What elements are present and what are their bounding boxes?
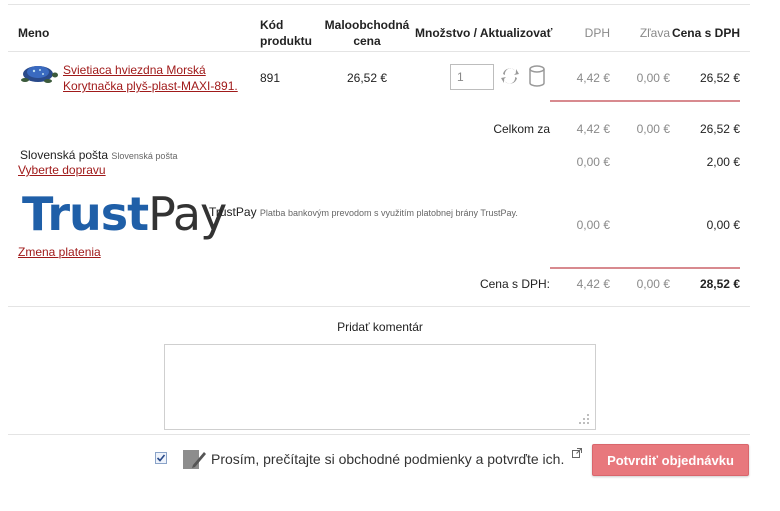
confirm-order-button[interactable]: Potvrdiť objednávku [592,444,749,476]
grand-vat: 4,42 € [576,277,610,291]
subtotal-vat: 4,42 € [576,122,610,136]
grand-total-label: Cena s DPH: [479,277,550,291]
product-code: 891 [260,71,281,85]
header-qty: Množstvo / Aktualizovať [415,26,553,40]
item-discount: 0,00 € [636,71,670,85]
item-vat: 4,42 € [576,71,610,85]
update-quantity-icon[interactable] [500,66,520,89]
shipping-description: Slovenská pošta [111,151,178,161]
grand-total: 28,52 € [699,277,740,291]
header-divider [8,51,750,52]
product-name-line1[interactable]: Svietiaca hviezdna Morská [63,63,206,77]
payment-vat: 0,00 € [576,218,610,232]
checkmark-icon [156,454,166,462]
shipping-vat: 0,00 € [576,155,610,169]
shipping-total: 2,00 € [706,155,740,169]
header-price-line1: Maloobchodná [324,18,410,32]
product-thumbnail[interactable] [18,61,58,85]
resize-handle-icon[interactable] [578,413,590,428]
shipping-title: Slovenská pošta [20,148,109,162]
header-code: Kód produktu [260,17,312,49]
document-edit-icon [183,448,207,473]
header-total: Cena s DPH [671,26,740,40]
header-vat: DPH [584,26,610,40]
choose-shipping-link[interactable]: Vyberte dopravu [18,163,106,177]
subtotal-total: 26,52 € [699,122,740,136]
delete-item-icon[interactable] [528,65,546,90]
header-price: Maloobchodná cena [322,17,412,49]
grand-discount: 0,00 € [636,277,670,291]
top-divider [8,4,750,5]
header-name: Meno [18,26,50,40]
shipping-name: Slovenská pošta Slovenská pošta [20,148,177,162]
quantity-input[interactable] [450,64,494,90]
comment-label: Pridať komentár [337,320,423,334]
grand-total-rule [550,267,740,269]
payment-description: Platba bankovým prevodom s využitím plat… [259,208,518,218]
subtotal-discount: 0,00 € [636,122,670,136]
header-code-line1: Kód [260,18,284,32]
subtotal-label: Celkom za [493,122,550,136]
payment-total: 0,00 € [706,218,740,232]
terms-text[interactable]: Prosím, prečítajte si obchodné podmienky… [211,451,564,467]
item-total-rule [550,100,740,102]
product-name-link[interactable]: Svietiaca hviezdna Morská Korytnačka ply… [63,62,238,94]
item-total: 26,52 € [699,71,740,85]
product-name-line2[interactable]: Korytnačka plyš-plast-MAXI-891. [63,79,238,93]
header-price-line2: cena [353,34,381,48]
change-payment-link[interactable]: Zmena platenia [18,245,101,259]
trustpay-logo: TrustPay [22,187,227,241]
turtle-image [21,66,58,83]
comment-divider [8,434,750,435]
header-code-line2: produktu [260,34,312,48]
terms-checkbox[interactable] [155,452,167,464]
trustpay-logo-trust: Trust [22,187,149,241]
product-price: 26,52 € [346,71,388,85]
external-link-icon[interactable] [572,447,582,461]
header-discount: Zľava [639,26,670,40]
payment-title: TrustPay [209,205,257,219]
payment-name: TrustPay Platba bankovým prevodom s využ… [209,205,518,219]
comment-textarea[interactable] [164,344,596,430]
summary-divider [8,306,750,307]
